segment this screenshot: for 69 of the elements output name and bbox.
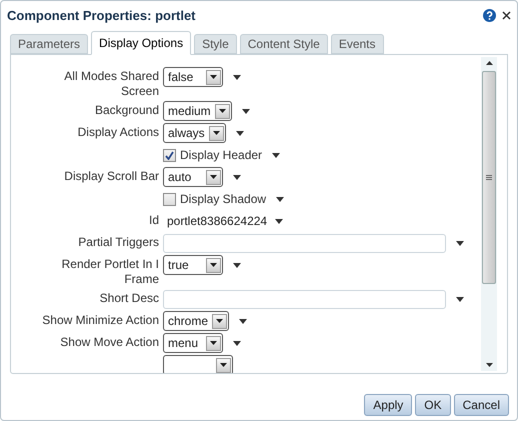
dropdown[interactable]: chrome [163,311,230,331]
caret-icon [210,175,217,179]
close-icon[interactable] [502,11,511,20]
checkbox[interactable] [163,192,176,206]
checkbox[interactable] [163,148,176,162]
input-field[interactable] [163,234,446,252]
scroll-thumb[interactable] [482,71,496,284]
caret-icon [210,341,217,345]
dropdown-button[interactable] [214,104,230,118]
dropdown-button[interactable] [206,70,221,84]
dropdown[interactable]: menu [163,333,223,353]
caret-icon [210,75,217,79]
tab[interactable]: Style [194,34,237,54]
tab[interactable]: Content Style [240,34,328,54]
grip-icon [486,174,492,180]
property-label: Partial Triggers [78,235,159,250]
dropdown-button[interactable] [206,258,221,272]
caret-icon [218,109,226,113]
caret-icon[interactable] [272,152,280,158]
caret-icon[interactable] [233,174,241,180]
dropdown-button[interactable] [216,358,231,372]
caret-icon[interactable] [233,262,241,268]
caret-icon[interactable] [233,74,241,80]
scroll-up-icon[interactable] [486,61,492,65]
dialog-button[interactable]: Apply [364,394,412,416]
property-label: Show Minimize Action [42,313,159,328]
caret-icon[interactable] [276,196,284,202]
property-value: portlet8386624224 [167,213,268,230]
caret-icon [216,319,224,323]
property-label: Display Scroll Bar [64,169,159,184]
dropdown[interactable]: auto [163,167,223,187]
help-icon[interactable] [483,9,496,22]
tab[interactable]: Parameters [10,34,88,54]
property-label: Id [148,213,159,228]
property-label: Render Portlet In I Frame [60,257,159,287]
dropdown-button[interactable] [206,336,221,350]
property-label: Show Move Action [60,335,159,350]
caret-icon [220,363,227,367]
tab[interactable]: Events [330,34,384,54]
scroll-down-icon[interactable] [486,363,492,367]
tab[interactable]: Display Options [91,31,192,55]
property-label: Background [94,103,159,118]
caret-icon[interactable] [456,240,464,246]
dropdown-button[interactable] [208,126,224,140]
checkbox-label[interactable]: Display Header [180,146,262,164]
property-label: Short Desc [100,291,159,306]
dropdown-button[interactable] [206,170,221,184]
dialog-button[interactable]: OK [415,394,451,416]
scrollbar[interactable] [481,57,497,371]
caret-icon [212,131,220,135]
caret-icon[interactable] [242,108,250,114]
caret-icon[interactable] [275,218,284,224]
property-label: All Modes Shared Screen [63,69,159,99]
dropdown[interactable]: always [163,123,226,143]
dialog-button[interactable]: Cancel [454,394,509,416]
input-field[interactable] [163,290,446,308]
caret-icon[interactable] [233,340,241,346]
caret-icon [210,263,217,267]
caret-icon[interactable] [236,130,244,136]
dropdown[interactable]: true [163,255,223,275]
window-title: Component Properties: portlet [7,6,197,25]
dropdown[interactable]: medium [163,101,232,121]
dropdown[interactable] [163,355,233,373]
caret-icon[interactable] [239,318,248,324]
checkbox-label[interactable]: Display Shadow [180,190,266,208]
property-label: Display Actions [78,125,159,140]
caret-icon[interactable] [456,296,464,302]
dropdown[interactable]: false [163,67,223,87]
dropdown-button[interactable] [212,314,228,328]
